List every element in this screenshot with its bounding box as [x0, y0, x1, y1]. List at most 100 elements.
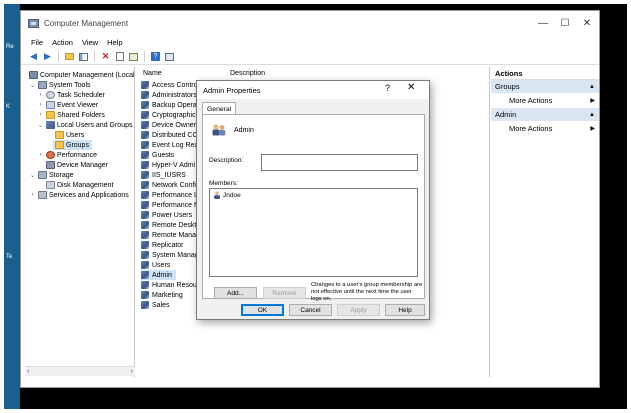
tree-item-event-viewer[interactable]: › Event Viewer	[37, 100, 98, 110]
group-name: Backup Operat	[152, 101, 199, 109]
remove-button[interactable]: Remove	[263, 287, 306, 299]
list-item[interactable]: Human Resou	[141, 280, 197, 290]
list-item[interactable]: Event Log Rea	[141, 140, 198, 150]
menu-help[interactable]: Help	[107, 38, 122, 47]
tree-item-shared-folders[interactable]: › Shared Folders	[37, 110, 105, 120]
expand-chevron-icon[interactable]: ›	[29, 192, 36, 198]
cancel-button[interactable]: Cancel	[289, 304, 332, 316]
dialog-title-bar[interactable]: Admin Properties ? ✕	[197, 81, 429, 99]
group-name: Admin	[152, 271, 172, 279]
back-arrow-icon[interactable]: ◀	[28, 51, 39, 62]
collapse-triangle-icon[interactable]: ▲	[589, 112, 595, 118]
tree-item-local-users-groups[interactable]: ⌄ Local Users and Groups	[37, 120, 132, 130]
scroll-left-icon[interactable]: ‹	[27, 368, 29, 375]
tree-item-storage[interactable]: ⌄ Storage	[29, 170, 74, 180]
actions-group-groups[interactable]: Groups ▲	[491, 80, 599, 93]
export-icon[interactable]	[128, 51, 139, 62]
tree-item-groups[interactable]: Groups	[53, 140, 92, 150]
tree-label: Device Manager	[57, 161, 108, 169]
menu-action[interactable]: Action	[52, 38, 73, 47]
description-input[interactable]	[261, 154, 418, 171]
list-item[interactable]: Backup Operat	[141, 100, 199, 110]
computer-management-icon	[28, 18, 39, 28]
up-folder-icon[interactable]	[64, 51, 75, 62]
list-item[interactable]: Administrators	[141, 90, 197, 100]
tree-item-device-manager[interactable]: Device Manager	[44, 160, 108, 170]
column-description[interactable]: Description	[230, 70, 265, 77]
menu-view[interactable]: View	[82, 38, 98, 47]
tree-item-disk-management[interactable]: Disk Management	[44, 180, 113, 190]
group-icon	[141, 191, 149, 199]
help-button[interactable]: Help	[385, 304, 425, 316]
expand-chevron-icon[interactable]: ›	[37, 102, 44, 108]
tree-item-users[interactable]: Users	[53, 130, 84, 140]
storage-icon	[38, 171, 47, 179]
help-icon[interactable]: ?	[150, 51, 161, 62]
console-icon[interactable]	[164, 51, 175, 62]
tree-item-services-apps[interactable]: › Services and Applications	[29, 190, 129, 200]
list-item[interactable]: Admin	[141, 270, 176, 280]
list-item[interactable]: Replicator	[141, 240, 184, 250]
forward-arrow-icon[interactable]: ▶	[42, 51, 53, 62]
title-bar[interactable]: Computer Management — ☐ ✕	[21, 11, 599, 35]
actions-group-admin[interactable]: Admin ▲	[491, 108, 599, 121]
list-item[interactable]: Remote Deskto	[141, 220, 200, 230]
event-viewer-icon	[46, 101, 55, 109]
dialog-help-icon[interactable]: ?	[385, 83, 390, 93]
delete-icon[interactable]: ✕	[100, 51, 111, 62]
group-name: Marketing	[152, 291, 183, 299]
list-item[interactable]: Performance L	[141, 190, 198, 200]
group-icon	[141, 221, 149, 229]
column-name[interactable]: Name	[143, 70, 162, 77]
group-icon	[141, 261, 149, 269]
tree-item-system-tools[interactable]: ⌄ System Tools	[29, 80, 91, 90]
more-actions-admin[interactable]: More Actions ▶	[491, 121, 599, 136]
list-item[interactable]: IIS_IUSRS	[141, 170, 186, 180]
dialog-close-button[interactable]: ✕	[407, 82, 415, 93]
collapse-chevron-icon[interactable]: ⌄	[29, 172, 36, 179]
collapse-chevron-icon[interactable]: ⌄	[29, 82, 36, 89]
list-item[interactable]: Guests	[141, 150, 174, 160]
close-button[interactable]: ✕	[573, 11, 599, 35]
apply-button[interactable]: Apply	[337, 304, 380, 316]
menu-file[interactable]: File	[31, 38, 43, 47]
tree-label: Computer Management (Local	[40, 71, 135, 79]
list-item[interactable]: Hyper-V Admi	[141, 160, 195, 170]
folder-icon	[55, 131, 64, 139]
group-name: Device Owners	[152, 121, 200, 129]
pane-divider[interactable]	[489, 67, 490, 377]
collapse-triangle-icon[interactable]: ▲	[589, 84, 595, 90]
properties-icon[interactable]	[114, 51, 125, 62]
expand-chevron-icon[interactable]: ›	[37, 92, 44, 98]
more-actions-groups[interactable]: More Actions ▶	[491, 93, 599, 108]
list-item[interactable]: System Manag	[141, 250, 199, 260]
list-item[interactable]: Sales	[141, 300, 170, 310]
tree-item-root[interactable]: Computer Management (Local	[27, 70, 135, 80]
expand-chevron-icon[interactable]: ›	[37, 112, 44, 118]
show-hide-tree-icon[interactable]	[78, 51, 89, 62]
list-item[interactable]: Marketing	[141, 290, 183, 300]
list-item[interactable]: Performance M	[141, 200, 200, 210]
tree-item-task-scheduler[interactable]: › Task Scheduler	[37, 90, 105, 100]
member-item[interactable]: Jndoe	[213, 191, 241, 199]
members-list[interactable]: Jndoe	[209, 188, 418, 277]
scroll-right-icon[interactable]: ›	[131, 368, 133, 375]
group-name: IIS_IUSRS	[152, 171, 186, 179]
tree-horizontal-scrollbar[interactable]: ‹ ›	[25, 366, 135, 376]
ok-button[interactable]: OK	[241, 304, 284, 316]
tree-item-performance[interactable]: › Performance	[37, 150, 97, 160]
tree-label: Services and Applications	[49, 191, 129, 199]
list-item[interactable]: Network Confi	[141, 180, 196, 190]
list-item[interactable]: Distributed CC	[141, 130, 198, 140]
list-item[interactable]: Cryptographic	[141, 110, 196, 120]
group-name: Cryptographic	[152, 111, 196, 119]
list-item[interactable]: Users	[141, 260, 170, 270]
expand-chevron-icon[interactable]: ›	[37, 152, 44, 158]
list-item[interactable]: Device Owners	[141, 120, 199, 130]
add-button[interactable]: Add...	[214, 287, 257, 299]
group-name: Replicator	[152, 241, 184, 249]
list-item[interactable]: Remote Manag	[141, 230, 200, 240]
folder-icon	[55, 141, 64, 149]
list-item[interactable]: Power Users	[141, 210, 192, 220]
collapse-chevron-icon[interactable]: ⌄	[37, 122, 44, 129]
